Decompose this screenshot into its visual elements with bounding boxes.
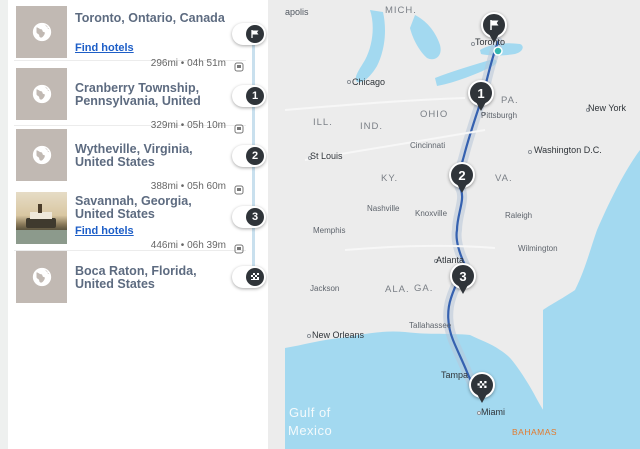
route-map[interactable]: apolis MICH. OHIO PA. ILL. IND. KY. VA. … [285, 0, 640, 449]
find-hotels-link[interactable]: Find hotels [75, 42, 134, 54]
map-label: Nashville [367, 204, 400, 213]
city-dot [528, 150, 532, 154]
panel-scroll-edge[interactable] [268, 0, 285, 449]
leg-distance-time: 388mi • 05h 60m [150, 181, 226, 192]
stop-name: Cranberry Township, Pennsylvania, United [75, 81, 201, 108]
map-pin-2[interactable]: 2 [449, 162, 475, 194]
map-label: New York [588, 103, 627, 113]
map-label: Chicago [352, 77, 386, 87]
map-label: apolis [285, 7, 309, 17]
map-pin-start[interactable] [481, 12, 507, 44]
map-label: Tampa [441, 370, 469, 380]
bahamas-label: BAHAMAS [512, 427, 558, 437]
end-marker[interactable] [232, 266, 266, 288]
stop-name: Savannah, Georgia, United States [75, 194, 192, 221]
map-label: PA. [501, 95, 519, 106]
globe-icon [16, 251, 67, 303]
stop-marker-2[interactable]: 2 [232, 145, 266, 167]
globe-icon [16, 129, 67, 181]
map-label: Memphis [313, 226, 346, 235]
map-label: ALA. [385, 284, 410, 295]
map-label: Pittsburgh [481, 111, 518, 120]
map-label: IND. [360, 121, 383, 132]
stop-number: 3 [246, 208, 264, 226]
map-label: St Louis [310, 151, 343, 161]
map-label: Washington D.C. [534, 145, 602, 155]
map-label: VA. [495, 173, 513, 184]
map-pin-end[interactable] [469, 372, 495, 404]
gulf-label: Gulf of [289, 405, 331, 420]
map-label: Miami [481, 407, 505, 417]
map-label: GA. [414, 283, 434, 294]
stop-marker-3[interactable]: 3 [232, 206, 266, 228]
map-label: Tallahassee [409, 321, 452, 330]
stop-name: Toronto, Ontario, Canada [75, 11, 225, 25]
map-pin-1[interactable]: 1 [468, 80, 494, 112]
leg-distance-time: 446mi • 06h 39m [150, 240, 226, 251]
map-pin-3[interactable]: 3 [450, 263, 476, 295]
flag-icon [246, 25, 264, 43]
globe-icon [16, 6, 67, 58]
stop-number: 2 [246, 147, 264, 165]
map-label: Knoxville [415, 209, 448, 218]
map-label: ILL. [313, 117, 333, 128]
toll-icon [234, 59, 244, 72]
city-dot [307, 334, 311, 338]
stop-number: 1 [246, 87, 264, 105]
map-canvas[interactable] [285, 0, 640, 449]
city-dot [347, 80, 351, 84]
stop-name: Wytheville, Virginia, United States [75, 142, 193, 169]
panel-gutter [0, 0, 8, 449]
map-label: New Orleans [312, 330, 365, 340]
globe-icon [16, 68, 67, 120]
gulf-label: Mexico [288, 423, 333, 438]
checkered-flag-icon [246, 268, 264, 286]
toll-icon [234, 121, 244, 134]
savannah-photo [16, 192, 67, 244]
itinerary-panel: Toronto, Ontario, Canada Find hotels 296… [8, 0, 268, 449]
start-marker[interactable] [232, 23, 266, 45]
map-label: MICH. [385, 5, 417, 16]
map-label: Jackson [310, 284, 340, 293]
map-label: KY. [381, 173, 399, 184]
map-label: Wilmington [518, 244, 558, 253]
stop-marker-1[interactable]: 1 [232, 85, 266, 107]
toll-icon [234, 182, 244, 195]
map-label: OHIO [420, 109, 449, 120]
map-label: Raleigh [505, 211, 533, 220]
stop-name: Boca Raton, Florida, United States [75, 264, 197, 291]
toll-icon [234, 241, 244, 254]
leg-distance-time: 329mi • 05h 10m [150, 120, 226, 131]
map-label: Cincinnati [410, 141, 446, 150]
find-hotels-link[interactable]: Find hotels [75, 225, 134, 237]
leg-distance-time: 296mi • 04h 51m [150, 58, 226, 69]
